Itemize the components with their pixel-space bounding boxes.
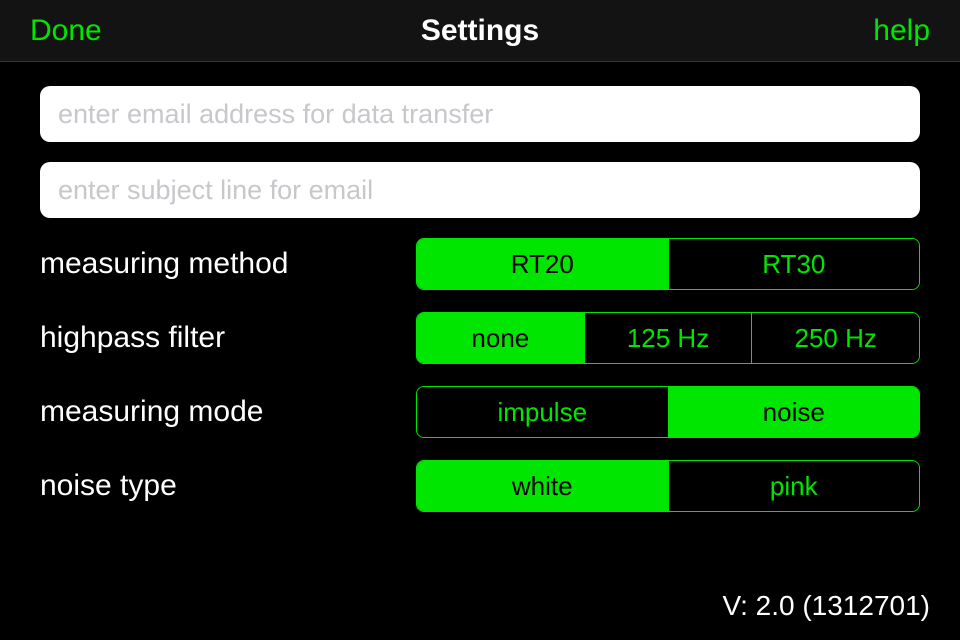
setting-label: highpass filter [40,321,416,355]
subject-input[interactable] [40,162,920,218]
segmented-measuring-mode: impulsenoise [416,386,920,438]
segment-option[interactable]: impulse [417,387,668,437]
help-button[interactable]: help [873,14,930,48]
email-input[interactable] [40,86,920,142]
segment-option[interactable]: 250 Hz [751,313,919,363]
segment-option[interactable]: RT20 [417,239,668,289]
setting-label: noise type [40,469,416,503]
segment-option[interactable]: RT30 [668,239,920,289]
setting-measuring-mode: measuring mode impulsenoise [40,386,920,438]
page-title: Settings [421,14,539,48]
setting-highpass-filter: highpass filter none125 Hz250 Hz [40,312,920,364]
segmented-noise-type: whitepink [416,460,920,512]
segmented-highpass-filter: none125 Hz250 Hz [416,312,920,364]
setting-label: measuring mode [40,395,416,429]
segment-option[interactable]: none [417,313,584,363]
segment-option[interactable]: white [417,461,668,511]
setting-label: measuring method [40,247,416,281]
done-button[interactable]: Done [30,14,102,48]
segment-option[interactable]: pink [668,461,920,511]
segmented-measuring-method: RT20RT30 [416,238,920,290]
version-label: V: 2.0 (1312701) [722,590,930,622]
settings-content: measuring method RT20RT30 highpass filte… [0,62,960,512]
setting-measuring-method: measuring method RT20RT30 [40,238,920,290]
setting-noise-type: noise type whitepink [40,460,920,512]
segment-option[interactable]: 125 Hz [584,313,752,363]
navbar: Done Settings help [0,0,960,62]
segment-option[interactable]: noise [668,387,920,437]
